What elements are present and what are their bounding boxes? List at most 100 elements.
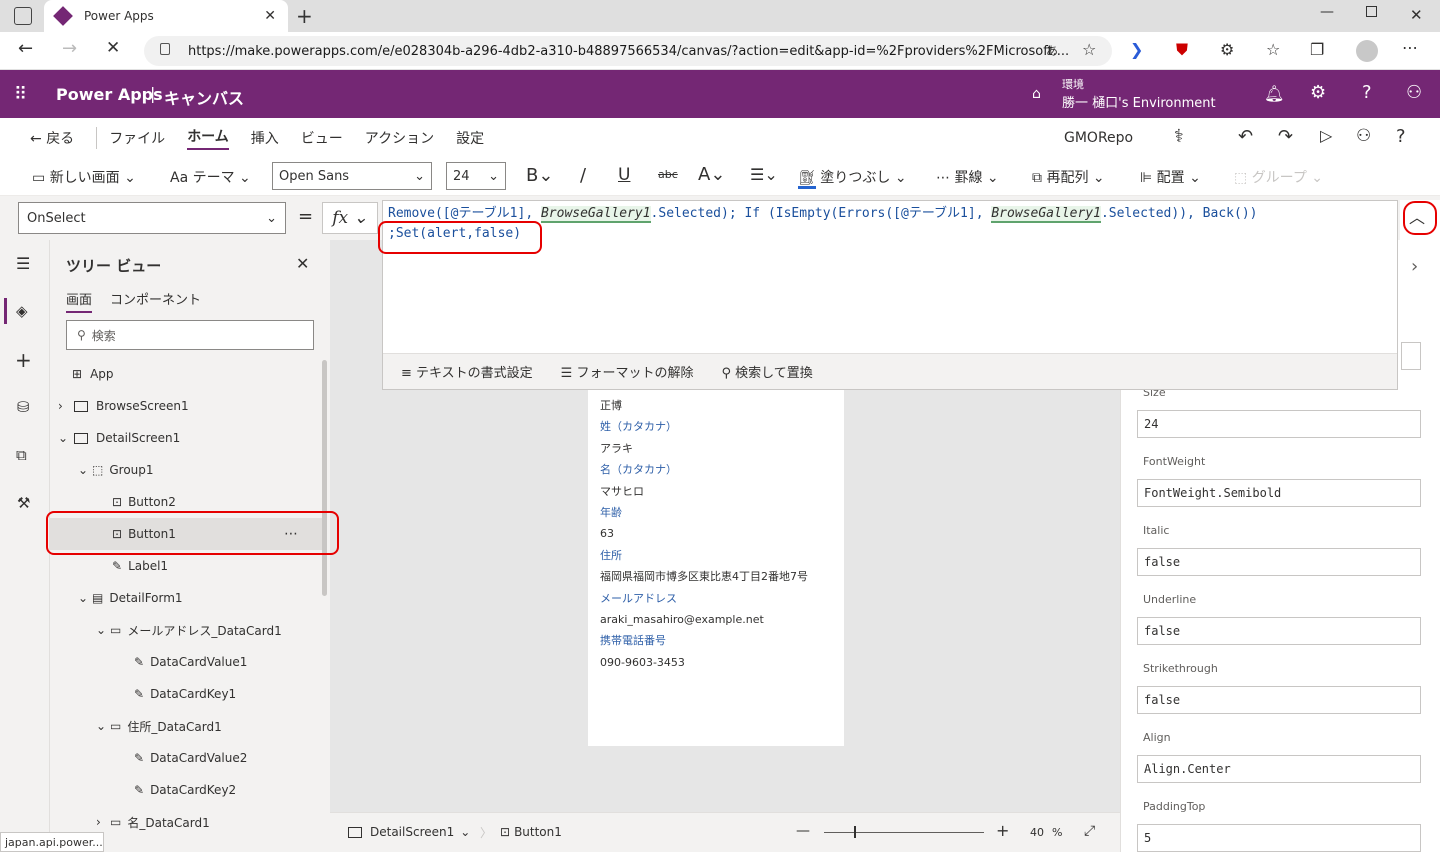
puzzle-icon[interactable]: ⚙ [1220, 40, 1234, 59]
tab-actions-icon[interactable] [14, 7, 32, 25]
url-field[interactable]: https://make.powerapps.com/e/e028304b-a2… [144, 36, 1112, 66]
extension-icon[interactable]: ❯ [1130, 40, 1143, 59]
bell-icon[interactable]: 🔔︎ [1264, 84, 1284, 103]
zoom-out-icon[interactable]: — [796, 823, 810, 839]
hamburger-icon[interactable]: ☰ [16, 254, 30, 273]
tree-item-detailscreen1[interactable]: ⌄ DetailScreen1 [50, 422, 322, 454]
shield-extension-icon[interactable]: ⛊ [1176, 40, 1188, 60]
restore-icon[interactable] [1366, 6, 1377, 17]
tree-item-datacardvalue1[interactable]: ✎ DataCardValue1 [50, 646, 322, 678]
format-text-button[interactable]: ≡ テキストの書式設定 [401, 362, 533, 381]
zoom-in-icon[interactable]: + [996, 821, 1009, 840]
environment-name[interactable]: 勝一 樋口's Environment [1062, 92, 1216, 111]
strikethrough-icon[interactable]: abc [658, 168, 678, 181]
theme-button[interactable]: Aa テーマ ⌄ [170, 167, 251, 187]
prop-fontweight-input[interactable]: FontWeight.Semibold [1137, 479, 1421, 507]
minimize-icon[interactable]: — [1320, 4, 1334, 20]
fill-button[interactable]: ⛽︎ 塗りつぶし ⌄ [798, 167, 907, 189]
prop-align-input[interactable]: Align.Center [1137, 755, 1421, 783]
close-icon[interactable]: ✕ [296, 254, 309, 273]
align-button[interactable]: ⊫ 配置 ⌄ [1140, 167, 1201, 187]
more-icon[interactable]: ⋯ [1402, 38, 1418, 57]
back-icon[interactable]: ← [18, 38, 33, 59]
favorites-icon[interactable]: ☆ [1266, 40, 1280, 59]
waffle-icon[interactable]: ⠿ [14, 84, 28, 105]
tree-item-address-datacard[interactable]: ⌄ ▭ 住所_DataCard1 [50, 710, 322, 742]
tree-item-datacardvalue2[interactable]: ✎ DataCardValue2 [50, 742, 322, 774]
tab-screens[interactable]: 画面 [66, 289, 93, 313]
close-tab-icon[interactable]: ✕ [264, 8, 276, 24]
new-tab-icon[interactable]: + [296, 4, 313, 28]
add-icon[interactable]: + [15, 348, 32, 372]
prop-strikethrough-input[interactable]: false [1137, 686, 1421, 714]
screen-breadcrumb[interactable]: DetailScreen1 ⌄ [348, 825, 470, 839]
play-icon[interactable]: ▷ [1320, 126, 1332, 145]
find-replace-button[interactable]: ⚲ 検索して置換 [721, 362, 812, 381]
font-select[interactable]: Open Sans ⌄ [272, 162, 432, 190]
share-icon[interactable]: ⚇ [1356, 126, 1371, 146]
profile-avatar[interactable] [1356, 40, 1378, 62]
close-window-icon[interactable]: ✕ [1410, 6, 1423, 24]
tree-item-datacardkey2[interactable]: ✎ DataCardKey2 [50, 774, 322, 806]
database-icon[interactable]: ⛁ [17, 398, 30, 416]
new-screen-button[interactable]: ▭ 新しい画面 ⌄ [32, 167, 136, 187]
menu-settings[interactable]: 設定 [456, 128, 484, 148]
tree-item-datacardkey1[interactable]: ✎ DataCardKey1 [50, 678, 322, 710]
font-color-icon[interactable]: A⌄ [698, 164, 725, 185]
bold-icon[interactable]: B⌄ [526, 165, 553, 186]
repo-name[interactable]: GMORepo [1064, 130, 1133, 146]
zoom-slider[interactable] [824, 832, 984, 833]
chevron-right-icon[interactable]: › [1411, 256, 1418, 277]
tab-components[interactable]: コンポーネント [110, 289, 201, 308]
control-breadcrumb[interactable]: ⊡ Button1 [500, 825, 562, 839]
add-favorite-icon[interactable]: ☆ [1082, 40, 1096, 59]
tree-item-detailform1[interactable]: ⌄ ▤ DetailForm1 [50, 582, 322, 614]
property-input-edge[interactable] [1401, 342, 1421, 370]
help-icon[interactable]: ? [1362, 82, 1372, 103]
prop-underline-input[interactable]: false [1137, 617, 1421, 645]
prop-size-input[interactable]: 24 [1137, 410, 1421, 438]
browser-tab[interactable]: Power Apps ✕ [44, 0, 288, 32]
tools-icon[interactable]: ⚒ [17, 494, 30, 512]
media-icon[interactable]: ⧉ [16, 446, 27, 464]
redo-icon[interactable]: ↷ [1278, 126, 1293, 147]
collections-icon[interactable]: ❐ [1310, 40, 1324, 59]
group-button[interactable]: ⬚ グループ ⌄ [1234, 167, 1323, 187]
menu-home[interactable]: ホーム [187, 126, 229, 150]
menu-insert[interactable]: 挿入 [251, 128, 279, 148]
tree-item-app[interactable]: ⊞ App [50, 358, 322, 390]
tree-scrollbar[interactable] [322, 360, 327, 596]
tree-item-group1[interactable]: ⌄ ⬚ Group1 [50, 454, 322, 486]
text-align-icon[interactable]: ☰⌄ [750, 165, 778, 184]
app-screen-preview[interactable]: 正博 姓（カタカナ） アラキ 名（カタカナ） マサヒロ 年齢 63 住所 福岡県… [588, 390, 844, 746]
tree-item-mail-datacard[interactable]: ⌄ ▭ メールアドレス_DataCard1 [50, 614, 322, 646]
prop-italic-input[interactable]: false [1137, 548, 1421, 576]
app-checker-icon[interactable]: ⚕ [1174, 126, 1184, 147]
menu-view[interactable]: ビュー [301, 128, 343, 148]
fx-button[interactable]: fx ⌄ [322, 202, 378, 234]
zoom-thumb[interactable] [854, 826, 856, 838]
underline-icon[interactable]: U [618, 165, 630, 185]
border-button[interactable]: ⋯ 罫線 ⌄ [936, 167, 999, 187]
help-button-icon[interactable]: ? [1396, 126, 1406, 147]
tree-item-label: Button2 [128, 495, 176, 509]
stop-icon[interactable]: ✕ [106, 38, 120, 58]
font-size-select[interactable]: 24 ⌄ [446, 162, 506, 190]
property-select[interactable]: OnSelect ⌄ [18, 202, 286, 234]
search-input[interactable]: ⚲ 検索 [66, 320, 314, 350]
read-aloud-icon[interactable]: あ [1046, 42, 1058, 59]
gear-icon[interactable]: ⚙ [1310, 82, 1326, 103]
forward-icon[interactable]: → [62, 38, 77, 59]
menu-file[interactable]: ファイル [109, 128, 165, 148]
fit-icon[interactable]: ⤢ [1084, 823, 1095, 839]
clear-format-button[interactable]: ☰ フォーマットの解除 [561, 362, 694, 381]
prop-paddingtop-input[interactable]: 5 [1137, 824, 1421, 852]
user-icon[interactable]: ⚇ [1406, 82, 1422, 103]
undo-icon[interactable]: ↶ [1238, 126, 1253, 147]
layers-icon[interactable]: ◈ [16, 302, 28, 320]
tree-item-browsescreen1[interactable]: › BrowseScreen1 [50, 390, 322, 422]
reorder-button[interactable]: ⧉ 再配列 ⌄ [1032, 167, 1105, 187]
back-button[interactable]: ← 戻る [30, 128, 74, 148]
menu-action[interactable]: アクション [365, 128, 434, 148]
italic-icon[interactable]: / [580, 165, 586, 186]
